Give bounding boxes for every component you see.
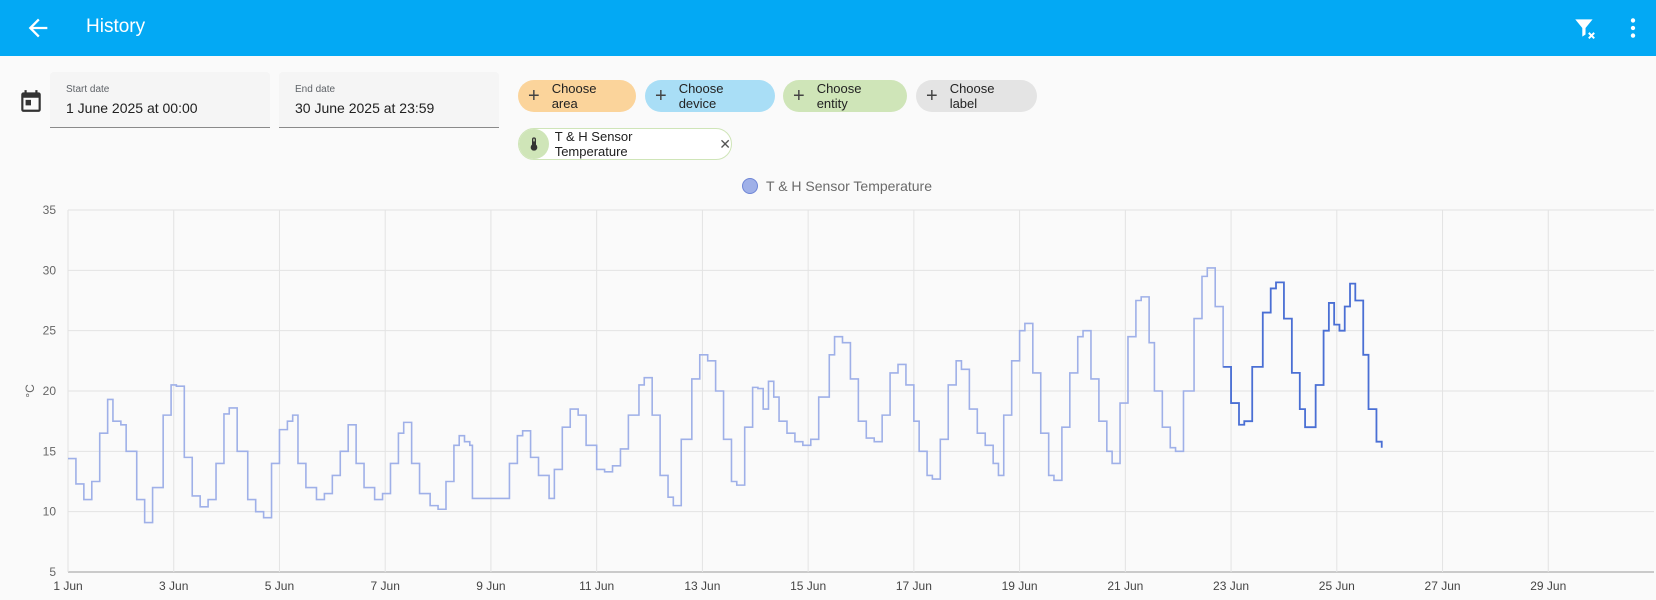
x-tick-label: 5 Jun [265,579,294,593]
y-tick-label: 10 [43,505,57,519]
x-tick-label: 23 Jun [1213,579,1249,593]
series-line-light [68,267,1232,524]
series-line [1223,281,1383,448]
y-tick-label: 20 [43,384,57,398]
y-tick-label: 30 [43,263,57,277]
y-axis-label: °C [23,384,37,398]
history-chart: 5 10 15 20 25 30 35 1 Jun 3 Jun 5 Jun 7 Jun 9 Jun 11… [23,203,1654,593]
x-tick-label: 17 Jun [896,579,932,593]
x-tick-label: 11 Jun [579,579,614,593]
x-tick-label: 3 Jun [159,579,188,593]
x-tick-label: 21 Jun [1107,579,1143,593]
x-tick-label: 13 Jun [684,579,720,593]
x-tick-label: 19 Jun [1002,579,1038,593]
y-tick-label: 15 [43,444,57,458]
x-tick-label: 25 Jun [1319,579,1355,593]
x-tick-label: 15 Jun [790,579,826,593]
y-tick-label: 5 [49,565,56,579]
y-tick-label: 35 [43,203,57,217]
x-tick-label: 9 Jun [476,579,505,593]
y-tick-label: 25 [43,324,57,338]
x-tick-label: 7 Jun [371,579,400,593]
x-tick-label: 1 Jun [53,579,82,593]
x-tick-label: 27 Jun [1425,579,1461,593]
x-tick-label: 29 Jun [1530,579,1566,593]
